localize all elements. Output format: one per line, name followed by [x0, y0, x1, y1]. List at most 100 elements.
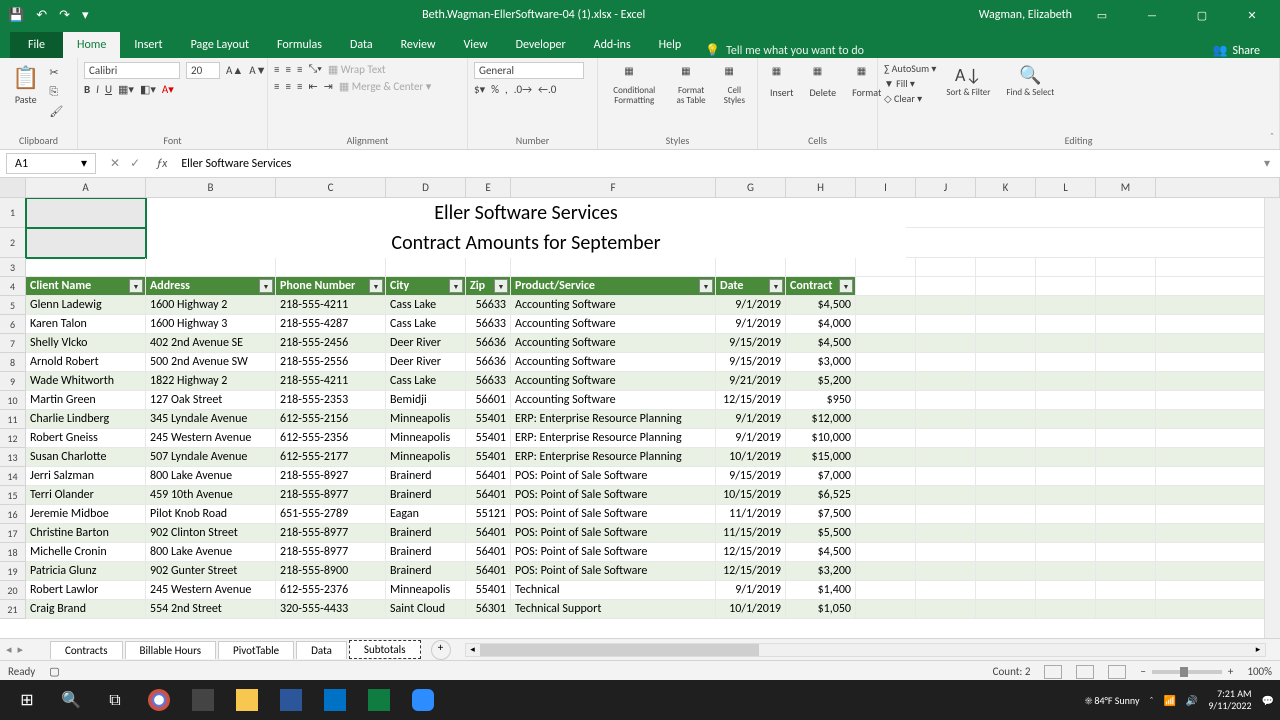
cell[interactable]: POS: Point of Sale Software [511, 562, 716, 581]
cell[interactable] [1036, 543, 1096, 562]
tab-help[interactable]: Help [645, 32, 696, 58]
cell[interactable]: 612-555-2177 [276, 448, 386, 467]
cell[interactable]: POS: Point of Sale Software [511, 505, 716, 524]
cell[interactable] [716, 258, 786, 277]
cell[interactable]: 218-555-8977 [276, 486, 386, 505]
macro-record-icon[interactable]: ▢ [49, 665, 59, 678]
cell[interactable]: 56401 [466, 524, 511, 543]
row-header[interactable]: 2 [0, 228, 26, 258]
fill-color-icon[interactable]: ◧▾ [140, 83, 156, 96]
cell[interactable]: 10/1/2019 [716, 600, 786, 619]
cell[interactable]: Glenn Ladewig [26, 296, 146, 315]
sheet-nav-next-icon[interactable]: ▸ [18, 643, 24, 656]
cell[interactable]: 218-555-8977 [276, 543, 386, 562]
cell[interactable]: Arnold Robert [26, 353, 146, 372]
cell[interactable]: POS: Point of Sale Software [511, 467, 716, 486]
tab-file[interactable]: File [10, 32, 63, 58]
cell[interactable]: Jeremie Midboe [26, 505, 146, 524]
cell[interactable]: Robert Gneiss [26, 429, 146, 448]
cell[interactable]: Cass Lake [386, 315, 466, 334]
col-header[interactable]: I [856, 178, 916, 198]
weather-widget[interactable]: ☀ 84°F Sunny [1085, 694, 1140, 707]
autosum-button[interactable]: ∑ AutoSum ▾ [884, 62, 936, 75]
cell[interactable] [1096, 429, 1156, 448]
cell[interactable] [1156, 296, 1280, 315]
notifications-icon[interactable]: 💬 [1262, 694, 1274, 707]
cell[interactable] [1036, 524, 1096, 543]
row-header[interactable]: 6 [0, 315, 26, 334]
col-header[interactable]: F [511, 178, 716, 198]
cell[interactable] [856, 429, 916, 448]
cell[interactable] [1036, 353, 1096, 372]
cell[interactable]: 218-555-4211 [276, 372, 386, 391]
row-header[interactable]: 17 [0, 524, 26, 543]
cell[interactable] [976, 391, 1036, 410]
cell[interactable] [1096, 410, 1156, 429]
cell[interactable]: POS: Point of Sale Software [511, 524, 716, 543]
cell[interactable]: 9/1/2019 [716, 429, 786, 448]
tell-me-search[interactable]: 💡 Tell me what you want to do [705, 43, 864, 58]
zoom-app[interactable] [402, 684, 444, 716]
cell[interactable]: 651-555-2789 [276, 505, 386, 524]
increase-decimal-icon[interactable]: .0→ [514, 83, 532, 96]
row-header[interactable]: 13 [0, 448, 26, 467]
cell[interactable] [916, 581, 976, 600]
currency-icon[interactable]: $▾ [474, 83, 485, 96]
col-header[interactable]: H [786, 178, 856, 198]
cell[interactable] [1096, 258, 1156, 277]
row-header[interactable]: 10 [0, 391, 26, 410]
cell[interactable] [916, 353, 976, 372]
cell[interactable] [906, 228, 1280, 258]
cell[interactable]: 10/15/2019 [716, 486, 786, 505]
cell[interactable]: 320-555-4433 [276, 600, 386, 619]
cell[interactable] [976, 543, 1036, 562]
cell[interactable] [916, 315, 976, 334]
enter-icon[interactable]: ✓ [130, 156, 140, 171]
cell[interactable] [1036, 372, 1096, 391]
cell[interactable] [976, 410, 1036, 429]
cell[interactable]: 218-555-2353 [276, 391, 386, 410]
format-as-table-button[interactable]: ▦Format as Table [669, 62, 714, 108]
filter-dropdown-icon[interactable]: ▼ [259, 279, 273, 293]
cell[interactable]: 55401 [466, 581, 511, 600]
selected-cell[interactable] [26, 198, 146, 228]
paste-button[interactable]: 📋 Paste [6, 62, 45, 108]
cell[interactable] [976, 448, 1036, 467]
cell[interactable] [1036, 486, 1096, 505]
cell[interactable] [976, 505, 1036, 524]
table-header[interactable]: Date▼ [716, 277, 786, 296]
cell[interactable]: POS: Point of Sale Software [511, 543, 716, 562]
cell[interactable] [1036, 448, 1096, 467]
align-right-icon[interactable]: ≡ [297, 80, 302, 93]
cell[interactable]: $5,500 [786, 524, 856, 543]
cell[interactable] [916, 296, 976, 315]
col-header[interactable]: L [1036, 178, 1096, 198]
cell[interactable]: Cass Lake [386, 296, 466, 315]
cell[interactable]: 459 10th Avenue [146, 486, 276, 505]
cell[interactable] [1096, 543, 1156, 562]
cell[interactable]: 9/15/2019 [716, 353, 786, 372]
cell[interactable] [916, 543, 976, 562]
row-header[interactable]: 1 [0, 198, 26, 228]
name-box[interactable]: A1 ▾ [6, 153, 96, 174]
cell[interactable]: Technical Support [511, 600, 716, 619]
cell[interactable]: Shelly Vlcko [26, 334, 146, 353]
cell[interactable] [906, 198, 1280, 228]
cell[interactable] [1096, 353, 1156, 372]
redo-icon[interactable]: ↷ [59, 8, 70, 23]
cell[interactable]: 55401 [466, 410, 511, 429]
cell[interactable]: 218-555-2556 [276, 353, 386, 372]
find-select-button[interactable]: 🔍Find & Select [1000, 62, 1060, 100]
cell[interactable] [1036, 467, 1096, 486]
col-header[interactable]: G [716, 178, 786, 198]
cell[interactable] [856, 562, 916, 581]
cell[interactable] [1096, 562, 1156, 581]
decrease-indent-icon[interactable]: ⇤ [308, 80, 317, 93]
cell[interactable]: Accounting Software [511, 372, 716, 391]
cell[interactable]: 12/15/2019 [716, 543, 786, 562]
cell[interactable] [856, 315, 916, 334]
cell[interactable]: $7,000 [786, 467, 856, 486]
col-header[interactable]: J [916, 178, 976, 198]
cell[interactable] [856, 448, 916, 467]
clock[interactable]: 7:21 AM 9/11/2022 [1208, 688, 1251, 712]
